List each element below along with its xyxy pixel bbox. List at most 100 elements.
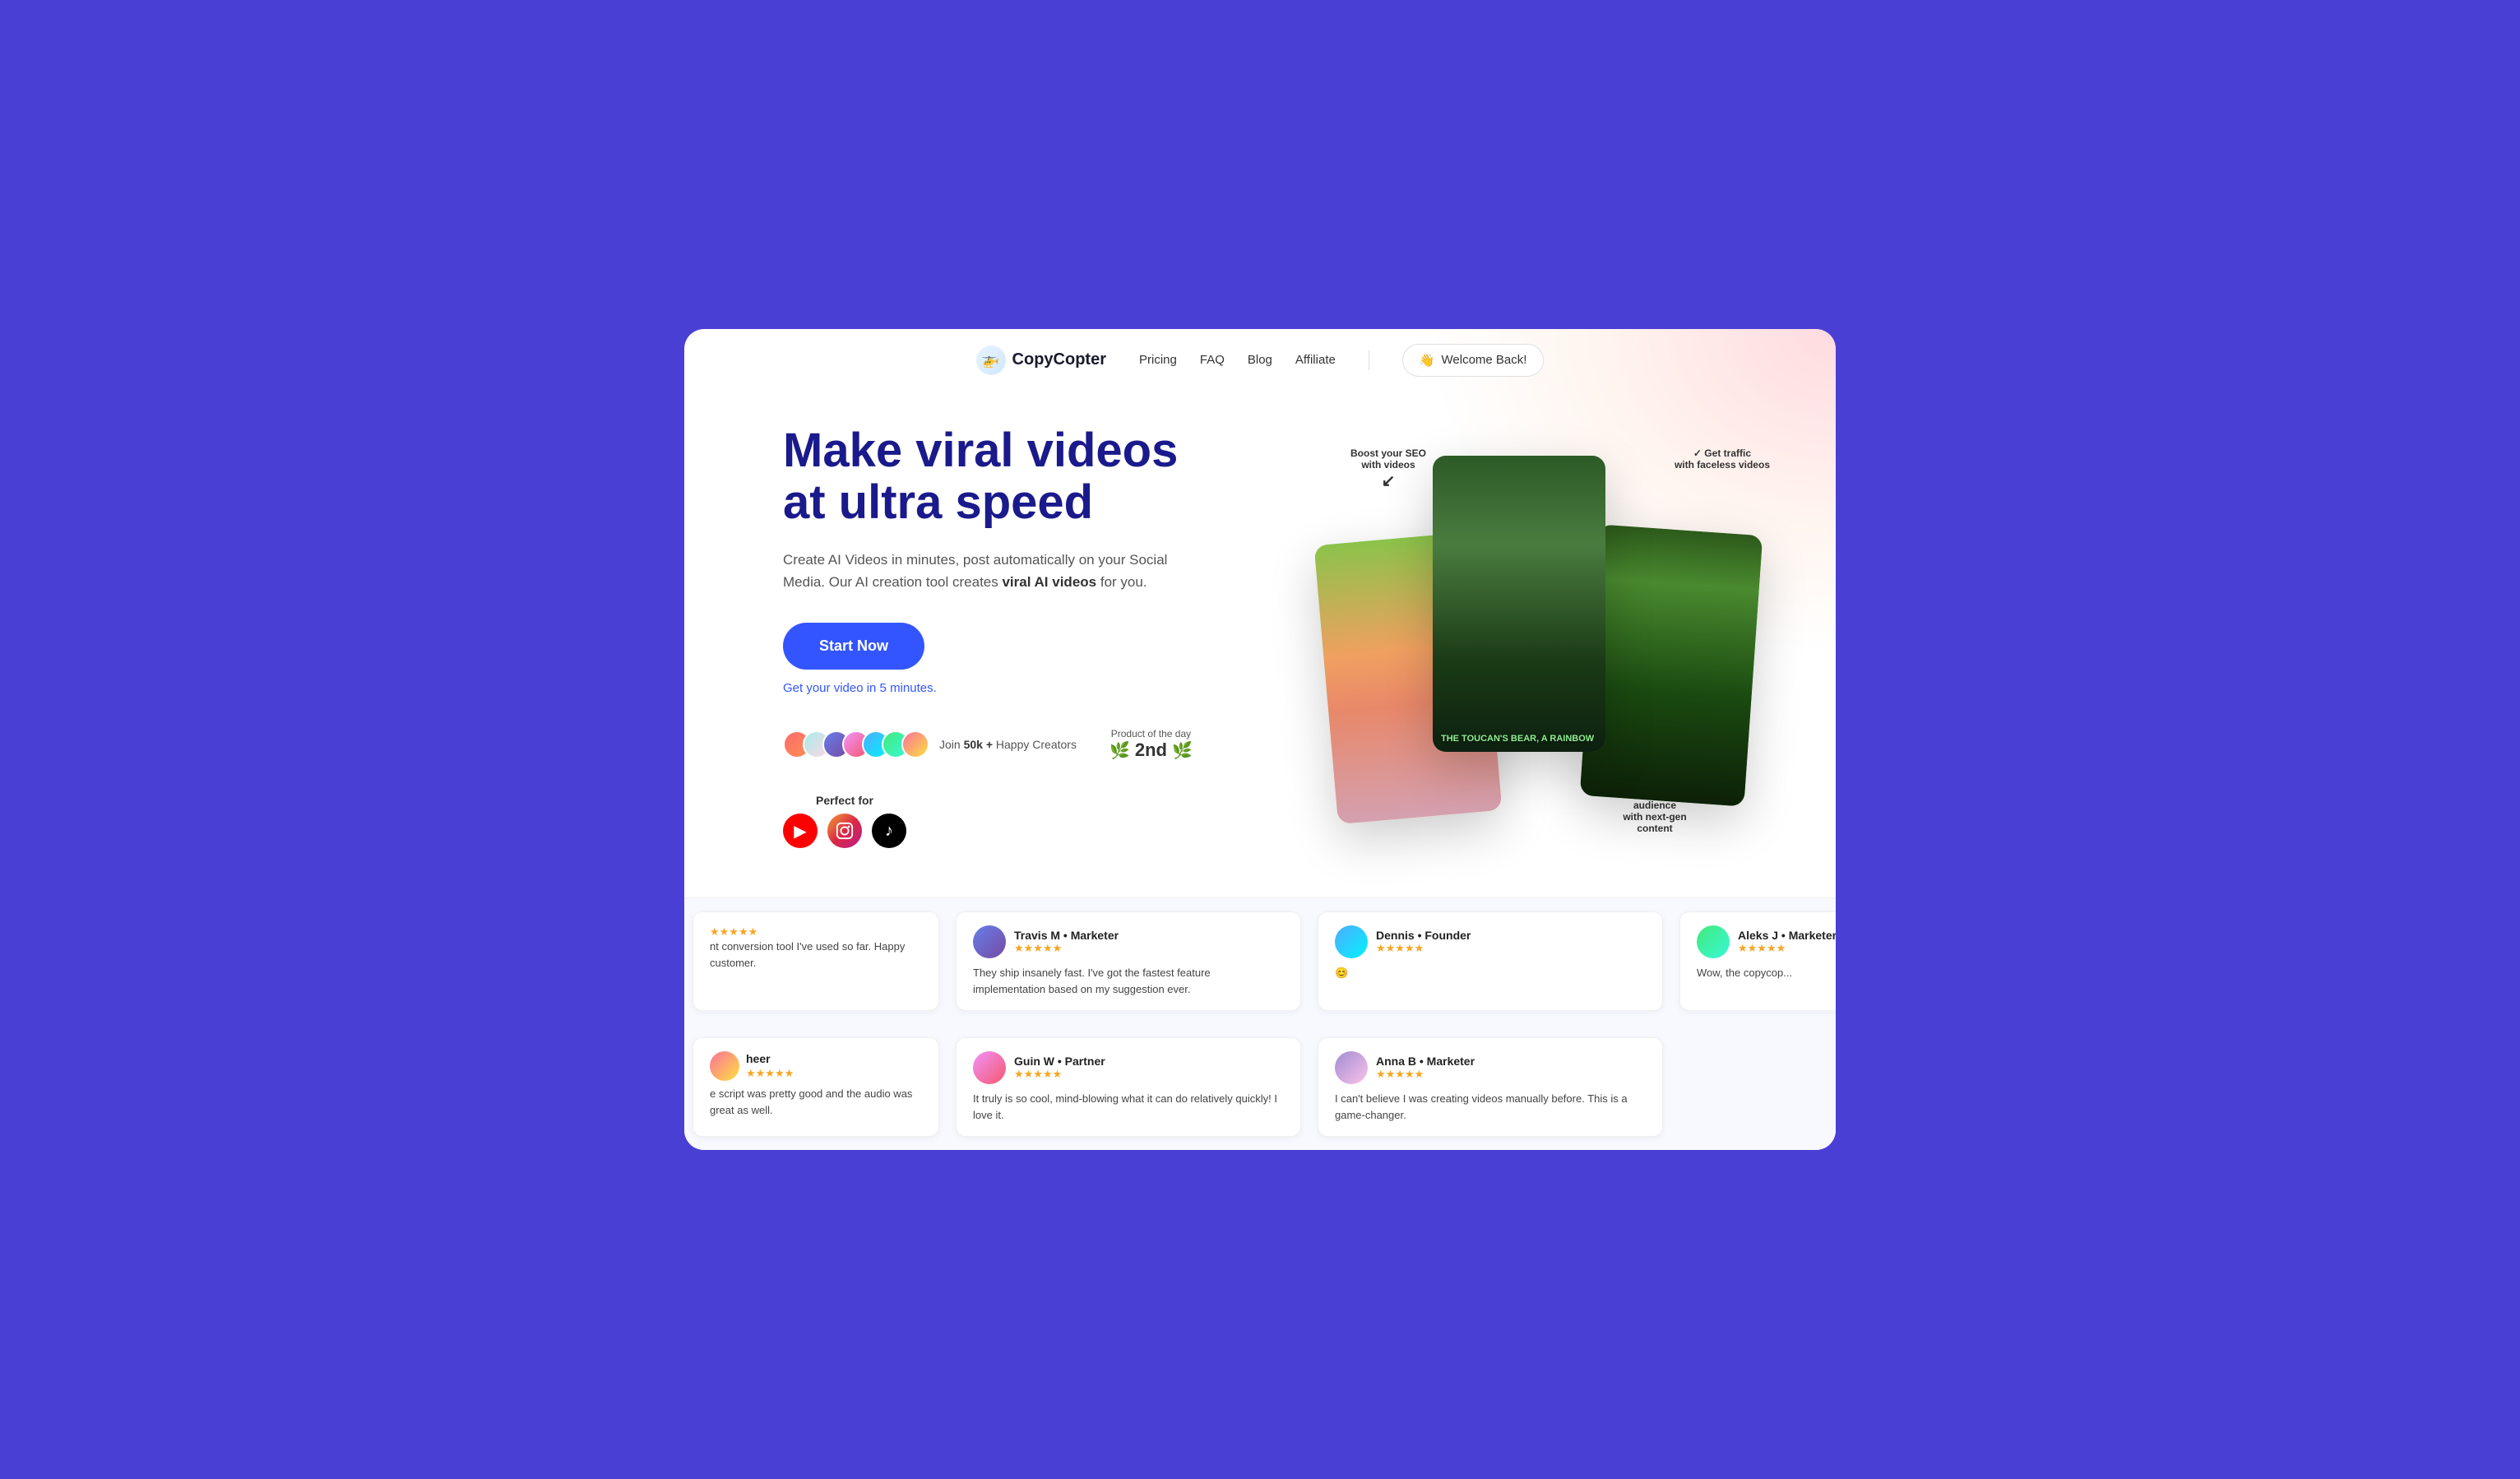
- info-anna: Anna B • Marketer ★★★★★: [1376, 1055, 1475, 1081]
- hero-section: Make viral videos at ultra speed Create …: [684, 392, 1836, 898]
- logo-icon: 🚁: [976, 345, 1006, 375]
- info-guin: Guin W • Partner ★★★★★: [1014, 1055, 1105, 1081]
- card-toucan-text: THE TOUCAN'S BEAR, A RAINBOW: [1441, 734, 1594, 744]
- annotation-traffic-text: ✓ Get trafficwith faceless videos: [1675, 447, 1770, 471]
- avatar-aleks: [1697, 925, 1730, 958]
- social-proof: Join 50k + Happy Creators Product of the…: [783, 728, 1252, 848]
- review-header-dennis: Dennis • Founder ★★★★★: [1335, 925, 1646, 958]
- review-header-travis: Travis M • Marketer ★★★★★: [973, 925, 1284, 958]
- nav-links: Pricing FAQ Blog Affiliate: [1139, 353, 1336, 367]
- hero-title-line1: Make viral videos: [783, 424, 1178, 477]
- pod-rank: 2nd: [1135, 740, 1167, 761]
- avatar-guin: [973, 1051, 1006, 1084]
- product-of-day: Product of the day 🌿 2nd 🌿: [1109, 728, 1193, 761]
- logo[interactable]: 🚁 CopyCopter: [976, 345, 1106, 375]
- text-partial-2: e script was pretty good and the audio w…: [710, 1086, 922, 1118]
- info-travis: Travis M • Marketer ★★★★★: [1014, 929, 1119, 955]
- name-guin: Guin W • Partner: [1014, 1055, 1105, 1068]
- seo-arrow: ↙: [1350, 471, 1426, 491]
- review-card-travis: Travis M • Marketer ★★★★★ They ship insa…: [956, 911, 1301, 1011]
- review-card-guin: Guin W • Partner ★★★★★ It truly is so co…: [956, 1037, 1301, 1137]
- stars-dennis: ★★★★★: [1376, 942, 1471, 955]
- info-dennis: Dennis • Founder ★★★★★: [1376, 929, 1471, 955]
- annotation-seo-text: Boost your SEOwith videos: [1350, 447, 1426, 471]
- hero-left: Make viral videos at ultra speed Create …: [783, 424, 1252, 849]
- nav-blog[interactable]: Blog: [1248, 353, 1272, 367]
- social-icons: ▶ ♪: [783, 814, 906, 848]
- stars-anna: ★★★★★: [1376, 1068, 1475, 1081]
- text-dennis: 😊: [1335, 965, 1646, 981]
- review-card-partial-2: heer ★★★★★ e script was pretty good and …: [693, 1037, 939, 1137]
- review-header-guin: Guin W • Partner ★★★★★: [973, 1051, 1284, 1084]
- perfect-for: Perfect for ▶ ♪: [783, 794, 906, 848]
- hero-subtitle: Create AI Videos in minutes, post automa…: [783, 549, 1178, 593]
- logo-text: CopyCopter: [1012, 350, 1106, 369]
- stars-partial-2: ★★★★★: [746, 1067, 794, 1080]
- review-card-anna: Anna B • Marketer ★★★★★ I can't believe …: [1318, 1037, 1663, 1137]
- text-guin: It truly is so cool, mind-blowing what i…: [973, 1091, 1284, 1123]
- stars-travis: ★★★★★: [1014, 942, 1119, 955]
- nav-affiliate[interactable]: Affiliate: [1295, 353, 1336, 367]
- avatar-travis: [973, 925, 1006, 958]
- laurel-right: 🌿: [1172, 740, 1193, 761]
- review-card-partial-1: ★★★★★ nt conversion tool I've used so fa…: [693, 911, 939, 1011]
- get-video-link[interactable]: Get your video in 5 minutes.: [783, 681, 1252, 695]
- name-partial-2: heer: [746, 1052, 771, 1065]
- avatar-anna: [1335, 1051, 1368, 1084]
- stars-aleks: ★★★★★: [1738, 942, 1836, 955]
- navbar: 🚁 CopyCopter Pricing FAQ Blog Affiliate …: [684, 329, 1836, 392]
- name-travis: Travis M • Marketer: [1014, 929, 1119, 942]
- hero-right: Boost your SEOwith videos ↙ ✓ Get traffi…: [1301, 439, 1770, 834]
- avatar-partial-2: [710, 1051, 739, 1081]
- pod-badge: 🌿 2nd 🌿: [1109, 740, 1193, 761]
- creator-count: Join 50k + Happy Creators: [783, 730, 1077, 758]
- name-dennis: Dennis • Founder: [1376, 929, 1471, 942]
- review-header-aleks: Aleks J • Marketer ★★★★★: [1697, 925, 1836, 958]
- reviews-section: ★★★★★ nt conversion tool I've used so fa…: [684, 897, 1836, 1150]
- review-card-aleks: Aleks J • Marketer ★★★★★ Wow, the copyco…: [1679, 911, 1836, 1011]
- instagram-icon[interactable]: [827, 814, 862, 848]
- start-now-button[interactable]: Start Now: [783, 623, 924, 670]
- youtube-icon[interactable]: ▶: [783, 814, 818, 848]
- nav-welcome-button[interactable]: 👋 Welcome Back!: [1402, 344, 1545, 377]
- reviews-row-2: heer ★★★★★ e script was pretty good and …: [684, 1024, 1836, 1150]
- text-aleks: Wow, the copycop...: [1697, 965, 1836, 981]
- nav-pricing[interactable]: Pricing: [1139, 353, 1177, 367]
- name-anna: Anna B • Marketer: [1376, 1055, 1475, 1068]
- join-count: 50k +: [964, 738, 993, 751]
- page-wrapper: 🚁 CopyCopter Pricing FAQ Blog Affiliate …: [684, 329, 1836, 1151]
- nav-cta-label: Welcome Back!: [1442, 353, 1527, 367]
- text-anna: I can't believe I was creating videos ma…: [1335, 1091, 1646, 1123]
- info-aleks: Aleks J • Marketer ★★★★★: [1738, 929, 1836, 955]
- nav-inner: 🚁 CopyCopter Pricing FAQ Blog Affiliate …: [976, 344, 1545, 377]
- stars-partial-1: ★★★★★: [710, 925, 922, 939]
- review-card-dennis: Dennis • Founder ★★★★★ 😊: [1318, 911, 1663, 1011]
- laurel-left: 🌿: [1109, 740, 1130, 761]
- avatar-7: [901, 730, 929, 758]
- review-header-anna: Anna B • Marketer ★★★★★: [1335, 1051, 1646, 1084]
- hero-subtitle-end: for you.: [1096, 574, 1147, 590]
- text-travis: They ship insanely fast. I've got the fa…: [973, 965, 1284, 997]
- hero-title-line2: at ultra speed: [783, 475, 1093, 529]
- card-lion-inner: [1580, 524, 1763, 806]
- video-card-lion: [1580, 524, 1763, 806]
- nav-faq[interactable]: FAQ: [1200, 353, 1225, 367]
- stars-guin: ★★★★★: [1014, 1068, 1105, 1081]
- tiktok-icon[interactable]: ♪: [872, 814, 906, 848]
- avatar-group: [783, 730, 929, 758]
- hero-subtitle-bold: viral AI videos: [1002, 574, 1096, 590]
- wave-icon: 👋: [1420, 353, 1435, 368]
- video-card-toucan: THE TOUCAN'S BEAR, A RAINBOW: [1433, 456, 1605, 752]
- annotation-seo: Boost your SEOwith videos ↙: [1350, 447, 1426, 491]
- avatar-dennis: [1335, 925, 1368, 958]
- hero-title: Make viral videos at ultra speed: [783, 424, 1252, 530]
- review-text-partial-1: nt conversion tool I've used so far. Hap…: [710, 939, 922, 971]
- join-text: Join 50k + Happy Creators: [939, 738, 1077, 751]
- pod-label: Product of the day: [1111, 728, 1191, 740]
- reviews-row-1: ★★★★★ nt conversion tool I've used so fa…: [684, 898, 1836, 1024]
- card-toucan-inner: THE TOUCAN'S BEAR, A RAINBOW: [1433, 456, 1605, 752]
- join-suffix: Happy Creators: [993, 738, 1077, 751]
- perfect-for-label: Perfect for: [816, 794, 873, 807]
- name-aleks: Aleks J • Marketer: [1738, 929, 1836, 942]
- annotation-traffic: ✓ Get trafficwith faceless videos: [1675, 447, 1770, 471]
